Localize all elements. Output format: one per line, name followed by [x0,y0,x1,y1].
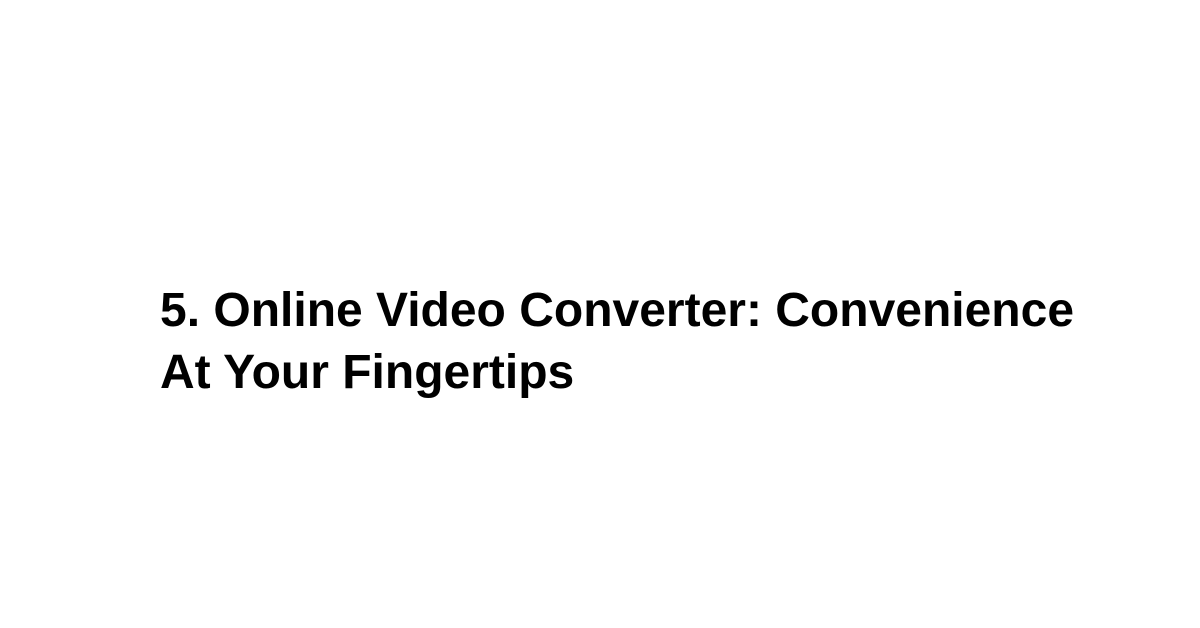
section-heading: 5. Online Video Converter: Convenience A… [160,280,1080,405]
